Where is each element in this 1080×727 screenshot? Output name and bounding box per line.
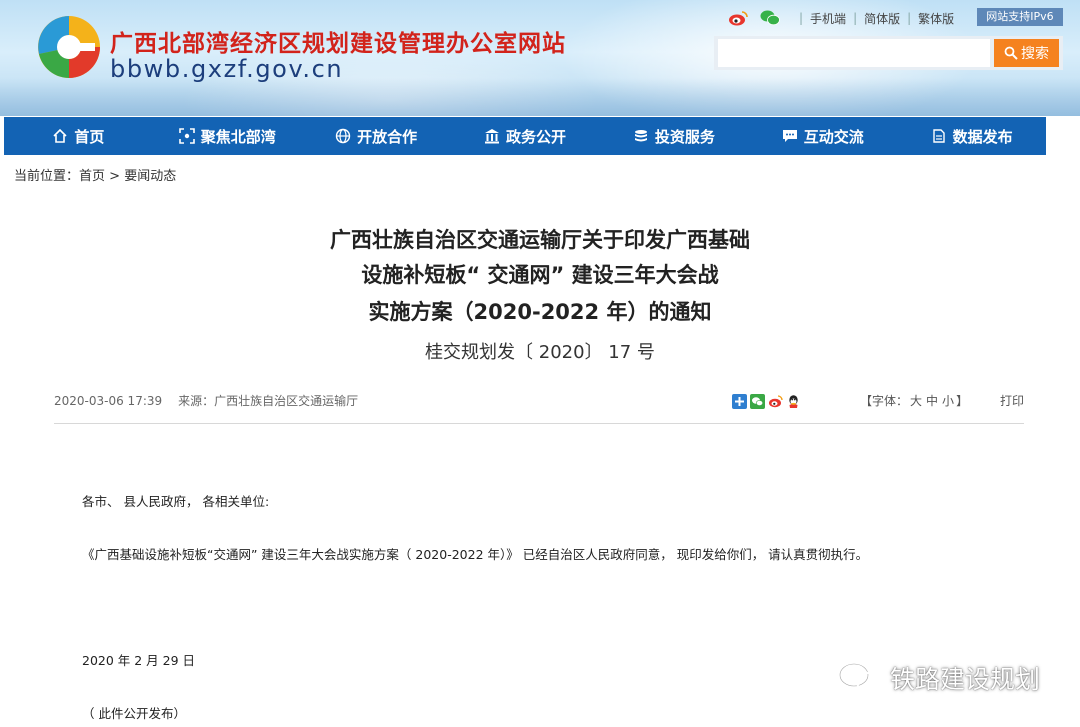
print-link[interactable]: 打印 (1000, 392, 1024, 409)
font-size-label: 【字体： (860, 394, 909, 408)
header-sea (0, 78, 1080, 116)
nav-label: 开放合作 (357, 127, 418, 146)
article-title-line: 设施补短板“ 交通网” 建设三年大会战 (361, 263, 719, 287)
separator: | (907, 11, 912, 25)
nav-label: 互动交流 (803, 127, 864, 146)
weibo-share-icon[interactable] (768, 394, 783, 409)
separator: | (799, 11, 804, 25)
search-button-label: 搜索 (1021, 46, 1049, 62)
font-size-control: 【字体：大中小】 (860, 392, 968, 409)
article-paragraph: （ 此件公开发布） (82, 706, 186, 721)
document-number: 桂交规划发〔 2020〕 17 号 (425, 342, 655, 363)
weibo-icon[interactable] (728, 9, 748, 27)
watermark-text: 铁路建设规划 (890, 665, 1041, 694)
chat-icon (782, 130, 797, 142)
traditional-link[interactable]: 繁体版 (918, 10, 954, 27)
nav-label: 聚焦北部湾 (200, 127, 276, 146)
site-logo[interactable] (36, 14, 102, 80)
site-title[interactable]: 广西北部湾经济区规划建设管理办公室网站 (110, 24, 566, 58)
nav-label: 首页 (74, 127, 105, 146)
wechat-share-icon[interactable] (750, 394, 765, 409)
font-size-large[interactable]: 大 (910, 394, 922, 408)
site-header: 广西北部湾经济区规划建设管理办公室网站 bbwb.gxzf.gov.cn | 手… (0, 0, 1080, 116)
nav-label: 政务公开 (506, 127, 567, 146)
separator: | (853, 11, 858, 25)
nav-item-home[interactable]: 首页 (4, 117, 153, 155)
search-button[interactable]: 搜索 (994, 39, 1059, 67)
globe-icon (335, 128, 351, 144)
font-size-end: 】 (956, 394, 969, 408)
search-icon (1004, 46, 1018, 60)
nav-label: 投资服务 (654, 127, 715, 146)
publish-date: 2020-03-06 17:39 (54, 394, 163, 408)
mobile-link[interactable]: 手机端 (810, 10, 846, 27)
wechat-watermark-icon (839, 663, 880, 692)
main-nav: 首页 聚焦北部湾 开放合作 政务公开 投资服务 互动交流 数据发布 (4, 117, 1046, 155)
article-title-line: 实施方案（2020-2022 年）的通知 (368, 300, 712, 324)
search-box: 搜索 (714, 36, 1063, 70)
nav-label: 数据发布 (952, 127, 1013, 146)
nav-item-invest[interactable]: 投资服务 (599, 117, 748, 155)
ipv6-badge: 网站支持IPv6 (977, 8, 1063, 26)
nav-item-interact[interactable]: 互动交流 (748, 117, 897, 155)
nav-item-focus[interactable]: 聚焦北部湾 (153, 117, 302, 155)
nav-item-open[interactable]: 开放合作 (302, 117, 451, 155)
article-paragraph: 各市、 县人民政府， 各相关单位: (82, 494, 270, 509)
home-icon (53, 128, 67, 143)
article-source: 来源：广西壮族自治区交通运输厅 (178, 394, 359, 408)
article-paragraph: 《广西基础设施补短板“交通网” 建设三年大会战实施方案（ 2020-2022 年… (82, 547, 869, 562)
search-input[interactable] (718, 39, 990, 67)
share-bar (732, 394, 801, 409)
breadcrumb-prefix: 当前位置： (14, 169, 80, 184)
site-domain: bbwb.gxzf.gov.cn (110, 55, 344, 83)
simplified-link[interactable]: 简体版 (864, 10, 900, 27)
top-links: | 手机端 | 简体版 | 繁体版 (728, 8, 954, 28)
focus-icon (178, 128, 195, 144)
article-meta: 2020-03-06 17:39 来源：广西壮族自治区交通运输厅 (54, 392, 358, 409)
nav-item-gov[interactable]: 政务公开 (451, 117, 600, 155)
wechat-icon[interactable] (760, 9, 780, 27)
breadcrumb-current[interactable]: 要闻动态 (124, 169, 176, 184)
breadcrumb-home[interactable]: 首页 (79, 169, 105, 184)
article-paragraph: 2020 年 2 月 29 日 (82, 653, 196, 668)
share-plus-icon[interactable] (732, 394, 747, 409)
coins-icon (634, 130, 647, 142)
data-icon (932, 129, 945, 143)
divider (54, 423, 1024, 424)
qq-share-icon[interactable] (786, 394, 801, 409)
building-icon (485, 129, 499, 144)
article-title-line: 广西壮族自治区交通运输厅关于印发广西基础 (330, 228, 750, 252)
nav-item-data[interactable]: 数据发布 (897, 117, 1046, 155)
breadcrumb-separator: > (105, 169, 125, 184)
font-size-small[interactable]: 小 (942, 394, 954, 408)
watermark: 铁路建设规划 (838, 660, 1040, 696)
font-size-medium[interactable]: 中 (926, 394, 938, 408)
breadcrumb: 当前位置：首页 > 要闻动态 (14, 165, 176, 184)
